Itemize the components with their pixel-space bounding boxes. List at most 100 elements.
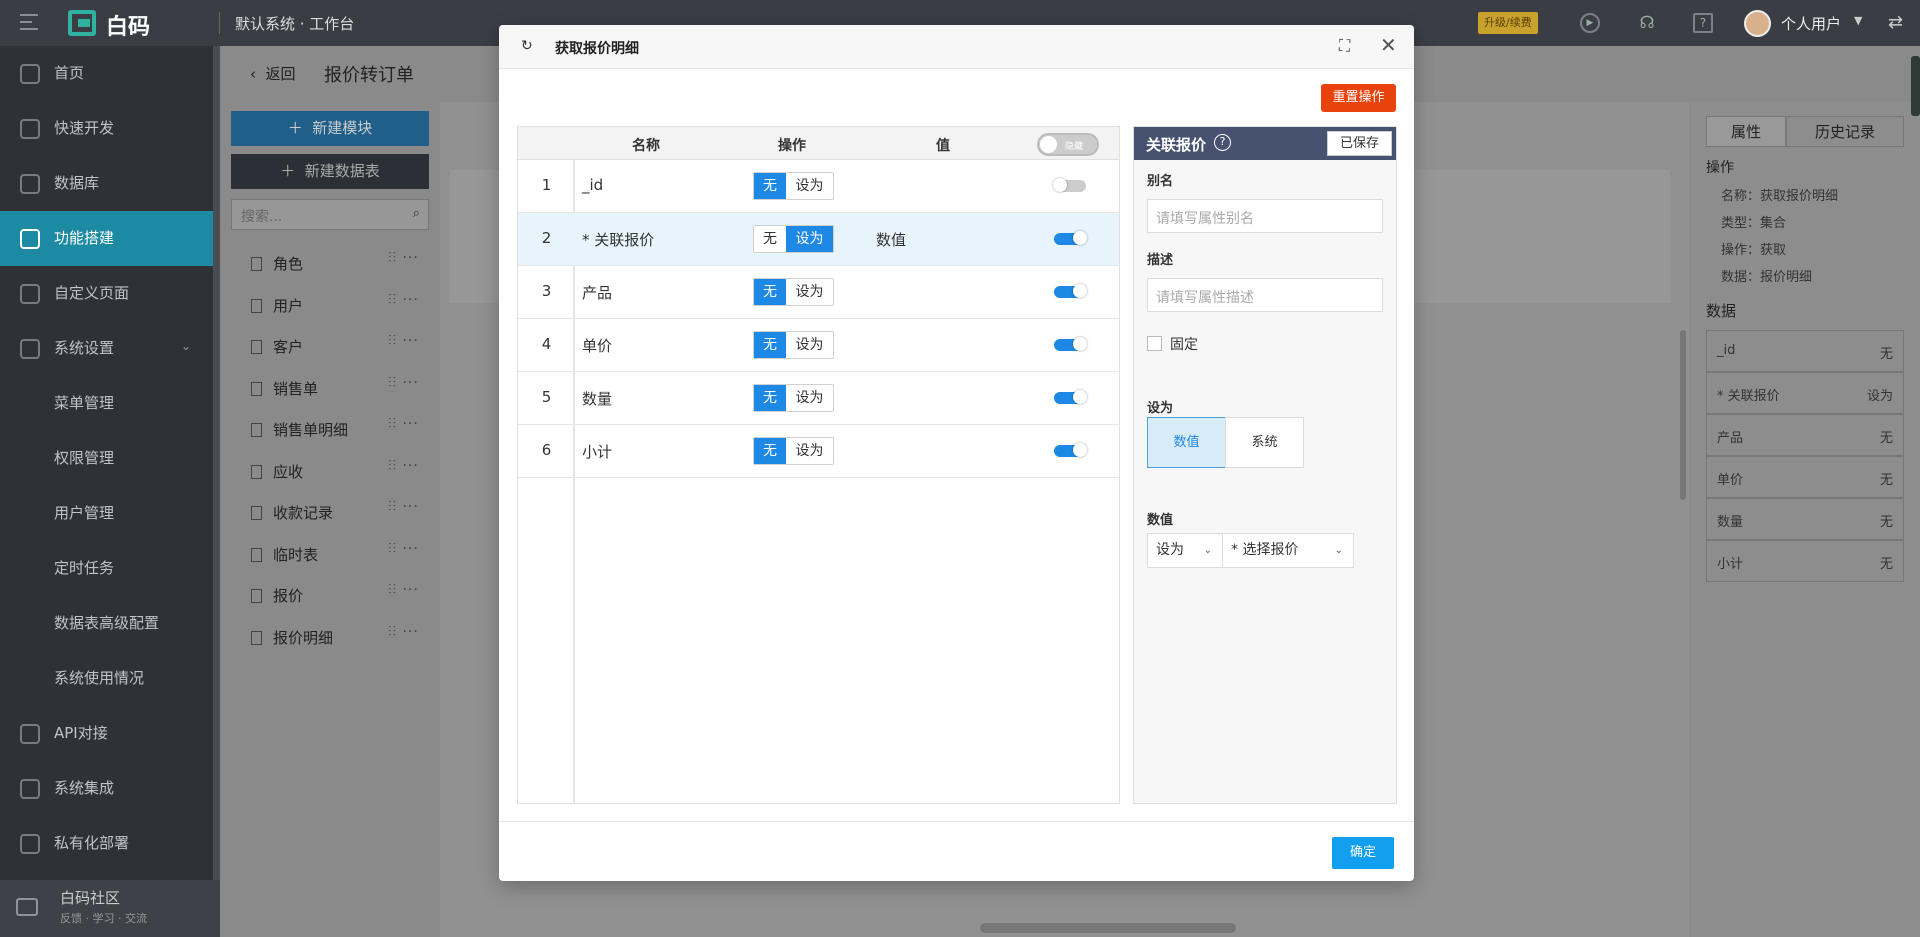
row-toggle[interactable] xyxy=(1053,178,1086,192)
username[interactable]: 个人用户 xyxy=(1781,13,1841,34)
more-icon[interactable]: ⫶⫶ ··· xyxy=(388,250,419,266)
option-value-button[interactable]: 数值 xyxy=(1147,417,1226,468)
sidebar-item[interactable]: 系统设置 ⌄ xyxy=(0,321,213,376)
table-list-item[interactable]: 角色 ⫶⫶ ··· xyxy=(231,250,429,292)
setas-select[interactable]: 设为 ⌄ xyxy=(1147,533,1223,568)
table-list-item[interactable]: 报价明细 ⫶⫶ ··· xyxy=(231,624,429,666)
horizontal-scrollbar[interactable] xyxy=(980,923,1236,933)
avatar[interactable] xyxy=(1744,10,1771,37)
sidebar-item[interactable]: 系统使用情况 xyxy=(0,651,213,706)
reset-button[interactable]: 重置操作 xyxy=(1321,84,1396,112)
sidebar-item[interactable]: API对接 xyxy=(0,706,213,761)
sidebar-item[interactable]: 首页 xyxy=(0,46,213,101)
op-set-button[interactable]: 设为 xyxy=(786,332,833,358)
table-row[interactable]: 2 * 关联报价 无设为 数值 xyxy=(518,213,1119,266)
row-toggle[interactable] xyxy=(1054,231,1087,245)
more-icon[interactable]: ⫶⫶ ··· xyxy=(388,582,419,598)
tab-history[interactable]: 历史记录 xyxy=(1786,116,1904,147)
table-row[interactable]: 5 数量 无设为 xyxy=(518,372,1119,425)
sidebar-item[interactable]: 自定义页面 xyxy=(0,266,213,321)
headset-icon[interactable]: ☊ xyxy=(1637,13,1657,33)
menu-toggle-icon[interactable] xyxy=(20,14,38,30)
sidebar-item[interactable]: 权限管理 xyxy=(0,431,213,486)
table-list-item[interactable]: 收款记录 ⫶⫶ ··· xyxy=(231,499,429,541)
data-row[interactable]: 数量 无 xyxy=(1706,498,1904,540)
data-row[interactable]: 单价 无 xyxy=(1706,456,1904,498)
sidebar-item[interactable]: 用户管理 xyxy=(0,486,213,541)
more-icon[interactable]: ⫶⫶ ··· xyxy=(388,333,419,349)
option-system-button[interactable]: 系统 xyxy=(1225,417,1304,468)
row-toggle[interactable] xyxy=(1054,390,1087,404)
more-icon[interactable]: ⫶⫶ ··· xyxy=(388,624,419,640)
confirm-button[interactable]: 确定 xyxy=(1332,837,1394,869)
table-list-item[interactable]: 临时表 ⫶⫶ ··· xyxy=(231,541,429,583)
vertical-scrollbar[interactable] xyxy=(1680,330,1686,500)
back-link[interactable]: ‹ 返回 xyxy=(250,63,296,84)
new-table-button[interactable]: ＋ 新建数据表 xyxy=(231,154,429,189)
search-icon[interactable]: ⌕ xyxy=(413,206,420,221)
op-set-button[interactable]: 设为 xyxy=(786,279,833,305)
sidebar-item[interactable]: 数据库 xyxy=(0,156,213,211)
table-list-item[interactable]: 用户 ⫶⫶ ··· xyxy=(231,292,429,334)
sidebar-item[interactable]: 私有化部署 xyxy=(0,816,213,871)
sidebar-item[interactable]: 定时任务 xyxy=(0,541,213,596)
op-none-button[interactable]: 无 xyxy=(754,385,786,411)
swap-icon[interactable]: ⇄ xyxy=(1888,12,1903,33)
table-row[interactable]: 1 _id 无设为 xyxy=(518,160,1119,213)
new-module-button[interactable]: ＋ 新建模块 xyxy=(231,111,429,146)
data-row[interactable]: 小计 无 xyxy=(1706,540,1904,582)
search-input[interactable]: 搜索... ⌕ xyxy=(231,199,429,230)
data-row[interactable]: * 关联报价 设为 xyxy=(1706,372,1904,414)
op-none-button[interactable]: 无 xyxy=(754,226,786,252)
row-toggle[interactable] xyxy=(1054,443,1087,457)
op-set-button[interactable]: 设为 xyxy=(786,173,833,199)
more-icon[interactable]: ⫶⫶ ··· xyxy=(388,375,419,391)
caret-down-icon[interactable]: ▼ xyxy=(1854,14,1862,27)
expand-icon[interactable]: ⛶ xyxy=(1339,36,1350,56)
sidebar-item[interactable]: 系统集成 xyxy=(0,761,213,816)
alias-input[interactable]: 请填写属性别名 xyxy=(1147,199,1383,233)
op-none-button[interactable]: 无 xyxy=(754,332,786,358)
help-icon[interactable]: ? xyxy=(1214,134,1231,151)
op-set-button[interactable]: 设为 xyxy=(786,226,833,252)
refresh-icon[interactable]: ↻ xyxy=(521,38,533,54)
quote-select[interactable]: * 选择报价 ⌄ xyxy=(1222,533,1354,568)
sidebar-scrollbar[interactable] xyxy=(213,46,220,937)
more-icon[interactable]: ⫶⫶ ··· xyxy=(388,458,419,474)
tab-properties[interactable]: 属性 xyxy=(1706,116,1786,147)
row-toggle[interactable] xyxy=(1054,337,1087,351)
row-toggle[interactable] xyxy=(1054,284,1087,298)
hide-toggle[interactable]: 隐藏 xyxy=(1037,133,1099,156)
more-icon[interactable]: ⫶⫶ ··· xyxy=(388,499,419,515)
table-row[interactable]: 4 单价 无设为 xyxy=(518,319,1119,372)
op-set-button[interactable]: 设为 xyxy=(786,438,833,464)
sidebar-item[interactable]: 快速开发 xyxy=(0,101,213,156)
desc-input[interactable]: 请填写属性描述 xyxy=(1147,278,1383,312)
close-icon[interactable]: ✕ xyxy=(1380,33,1397,57)
sidebar-item[interactable]: 功能搭建 xyxy=(0,211,213,266)
op-none-button[interactable]: 无 xyxy=(754,173,786,199)
data-row[interactable]: 产品 无 xyxy=(1706,414,1904,456)
sidebar-item[interactable]: 菜单管理 xyxy=(0,376,213,431)
table-list-item[interactable]: 客户 ⫶⫶ ··· xyxy=(231,333,429,375)
sidebar-item[interactable]: 数据表高级配置 xyxy=(0,596,213,651)
data-row[interactable]: _id 无 xyxy=(1706,330,1904,372)
table-row[interactable]: 6 小计 无设为 xyxy=(518,425,1119,478)
table-list-item[interactable]: 应收 ⫶⫶ ··· xyxy=(231,458,429,500)
table-list-item[interactable]: 报价 ⫶⫶ ··· xyxy=(231,582,429,624)
op-none-button[interactable]: 无 xyxy=(754,279,786,305)
saved-button[interactable]: 已保存 xyxy=(1327,131,1392,156)
community-link[interactable]: 白码社区 反馈 · 学习 · 交流 xyxy=(0,880,220,937)
table-row[interactable]: 3 产品 无设为 xyxy=(518,266,1119,319)
more-icon[interactable]: ⫶⫶ ··· xyxy=(388,416,419,432)
table-list-item[interactable]: 销售单 ⫶⫶ ··· xyxy=(231,375,429,417)
fixed-checkbox[interactable] xyxy=(1147,336,1162,351)
op-none-button[interactable]: 无 xyxy=(754,438,786,464)
side-handle[interactable] xyxy=(1911,56,1920,116)
play-icon[interactable]: ▶ xyxy=(1580,13,1600,33)
upgrade-badge[interactable]: 升级/续费 xyxy=(1478,12,1538,34)
op-set-button[interactable]: 设为 xyxy=(786,385,833,411)
more-icon[interactable]: ⫶⫶ ··· xyxy=(388,292,419,308)
help-icon[interactable]: ? xyxy=(1693,13,1713,33)
more-icon[interactable]: ⫶⫶ ··· xyxy=(388,541,419,557)
